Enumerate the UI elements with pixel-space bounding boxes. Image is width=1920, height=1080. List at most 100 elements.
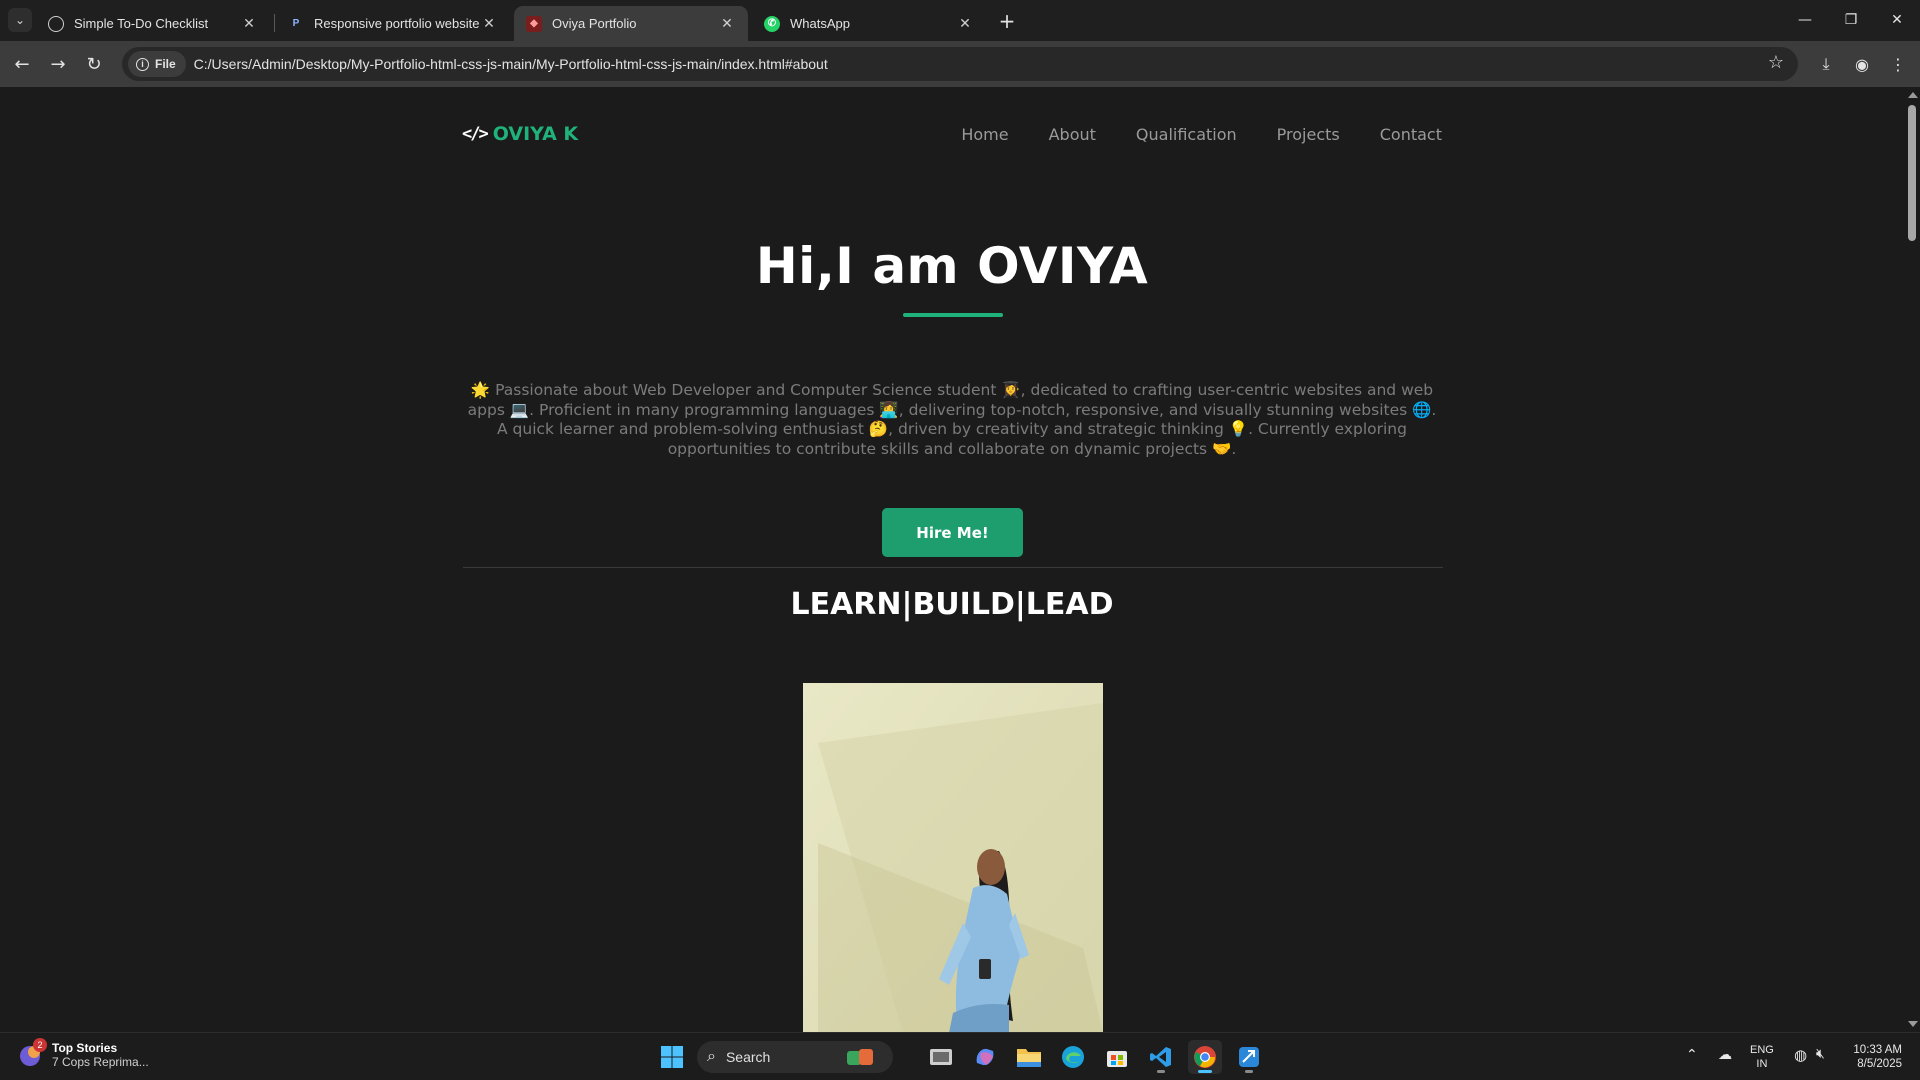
portfolio-favicon-icon: ◆ bbox=[526, 15, 542, 32]
profile-photo bbox=[803, 683, 1103, 1032]
close-icon[interactable]: ✕ bbox=[240, 15, 258, 33]
page-viewport: </> OVIYA K Home About Qualification Pro… bbox=[0, 87, 1904, 1032]
region-code: IN bbox=[1756, 1058, 1768, 1070]
tab-separator bbox=[274, 14, 275, 32]
scroll-down-arrow-icon[interactable] bbox=[1908, 1021, 1918, 1027]
remote-desktop-button[interactable] bbox=[1232, 1040, 1266, 1074]
url-text[interactable]: C:/Users/Admin/Desktop/My-Portfolio-html… bbox=[194, 56, 828, 72]
windows-logo-icon bbox=[661, 1046, 683, 1068]
globe-icon bbox=[48, 15, 64, 32]
edge-icon bbox=[1062, 1046, 1084, 1068]
bookmark-star-icon[interactable]: ☆ bbox=[1768, 52, 1784, 73]
whatsapp-icon: ✆ bbox=[764, 15, 780, 32]
logo-text: OVIYA K bbox=[492, 123, 579, 145]
page-scrollbar[interactable] bbox=[1904, 87, 1920, 1032]
task-view-icon bbox=[930, 1049, 952, 1065]
start-button[interactable] bbox=[655, 1040, 689, 1074]
chip-label: File bbox=[155, 57, 176, 71]
new-tab-button[interactable]: + bbox=[994, 8, 1020, 34]
download-icon: ⤓ bbox=[1822, 54, 1830, 73]
store-button[interactable] bbox=[1100, 1040, 1134, 1074]
cloud-offline-icon[interactable]: ☁ bbox=[1718, 1047, 1732, 1063]
running-indicator bbox=[1245, 1070, 1253, 1073]
scroll-thumb[interactable] bbox=[1908, 105, 1916, 241]
tab-oviya-portfolio[interactable]: ◆ Oviya Portfolio ✕ bbox=[514, 6, 748, 41]
copilot-icon bbox=[976, 1048, 994, 1066]
tab-title: Responsive portfolio website - I bbox=[314, 16, 480, 31]
section-divider bbox=[463, 567, 1443, 568]
nav-qualification[interactable]: Qualification bbox=[1136, 125, 1237, 144]
search-placeholder: Search bbox=[725, 1049, 771, 1065]
close-icon[interactable]: ✕ bbox=[956, 15, 974, 33]
downloads-button[interactable]: ⤓ bbox=[1812, 50, 1840, 78]
profile-photo-image bbox=[803, 683, 1103, 1032]
nav-home[interactable]: Home bbox=[961, 125, 1008, 144]
nav-projects[interactable]: Projects bbox=[1277, 125, 1340, 144]
minimize-button[interactable]: — bbox=[1782, 0, 1828, 40]
running-indicator bbox=[1157, 1070, 1165, 1073]
forward-button[interactable]: → bbox=[44, 50, 72, 78]
back-button[interactable]: ← bbox=[8, 50, 36, 78]
search-icon: ⌕ bbox=[707, 1048, 716, 1065]
close-icon[interactable]: ✕ bbox=[718, 15, 736, 33]
close-icon: ✕ bbox=[1891, 12, 1903, 28]
info-icon: i bbox=[136, 57, 149, 71]
news-widget-icon: 2 bbox=[18, 1038, 47, 1068]
chrome-button[interactable] bbox=[1188, 1040, 1222, 1074]
vscode-button[interactable] bbox=[1144, 1040, 1178, 1074]
browser-toolbar: ← → ↻ i File C:/Users/Admin/Desktop/My-P… bbox=[0, 41, 1920, 87]
tab-todo-checklist[interactable]: Simple To-Do Checklist ✕ bbox=[36, 6, 270, 41]
clock-time: 10:33 AM bbox=[1853, 1044, 1902, 1056]
store-icon bbox=[1107, 1051, 1127, 1067]
tab-title: WhatsApp bbox=[790, 16, 850, 31]
site-header: </> OVIYA K Home About Qualification Pro… bbox=[462, 117, 1442, 153]
language-code: ENG bbox=[1750, 1044, 1774, 1056]
language-indicator[interactable]: ENG IN bbox=[1750, 1043, 1774, 1071]
tab-search-button[interactable]: ⌄ bbox=[8, 8, 32, 32]
profile-button[interactable]: ◉ bbox=[1848, 50, 1876, 78]
hero-title: Hi,I am OVIYA bbox=[755, 237, 1149, 295]
vscode-icon bbox=[1150, 1047, 1171, 1067]
clock-date: 8/5/2025 bbox=[1857, 1058, 1902, 1070]
tab-whatsapp[interactable]: ✆ WhatsApp ✕ bbox=[752, 6, 986, 41]
p-site-icon: P bbox=[292, 18, 300, 29]
address-bar[interactable]: i File C:/Users/Admin/Desktop/My-Portfol… bbox=[122, 47, 1798, 81]
windows-taskbar: 2 Top Stories 7 Cops Reprima... ⌕ Search bbox=[0, 1032, 1920, 1080]
close-window-button[interactable]: ✕ bbox=[1874, 0, 1920, 40]
tab-responsive-portfolio[interactable]: P Responsive portfolio website - I ✕ bbox=[276, 6, 510, 41]
close-icon[interactable]: ✕ bbox=[480, 15, 498, 33]
tagline: LEARN|BUILD|LEAD bbox=[790, 587, 1114, 622]
task-view-button[interactable] bbox=[924, 1040, 958, 1074]
folder-icon bbox=[1017, 1049, 1041, 1067]
nav-about[interactable]: About bbox=[1049, 125, 1096, 144]
site-info-chip[interactable]: i File bbox=[128, 51, 186, 77]
tab-title: Simple To-Do Checklist bbox=[74, 16, 209, 31]
remote-app-icon bbox=[1239, 1047, 1259, 1067]
news-widget[interactable]: 2 Top Stories 7 Cops Reprima... bbox=[18, 1038, 149, 1069]
chevron-up-icon[interactable]: ⌃ bbox=[1686, 1047, 1698, 1063]
tab-title: Oviya Portfolio bbox=[552, 16, 637, 31]
code-icon: </> bbox=[462, 124, 489, 144]
scroll-up-arrow-icon[interactable] bbox=[1908, 92, 1918, 98]
news-subtitle: 7 Cops Reprima... bbox=[52, 1055, 149, 1069]
arrow-left-icon: ← bbox=[14, 53, 30, 75]
network-icon[interactable]: ◍ bbox=[1794, 1046, 1807, 1064]
hire-me-button[interactable]: Hire Me! bbox=[882, 508, 1023, 557]
volume-muted-icon[interactable]: 🔇︎ bbox=[1816, 1046, 1825, 1062]
chrome-icon bbox=[1194, 1046, 1216, 1068]
reload-button[interactable]: ↻ bbox=[80, 50, 108, 78]
restore-button[interactable]: ❐ bbox=[1828, 0, 1874, 40]
edge-button[interactable] bbox=[1056, 1040, 1090, 1074]
taskbar-search[interactable]: ⌕ Search bbox=[697, 1041, 893, 1073]
menu-button[interactable]: ⋮ bbox=[1884, 50, 1912, 78]
hero-description: 🌟 Passionate about Web Developer and Com… bbox=[467, 381, 1437, 458]
system-clock[interactable]: 10:33 AM 8/5/2025 bbox=[1842, 1043, 1902, 1071]
nav-contact[interactable]: Contact bbox=[1380, 125, 1442, 144]
profile-icon: ◉ bbox=[1855, 54, 1869, 74]
file-explorer-button[interactable] bbox=[1012, 1040, 1046, 1074]
title-underline bbox=[903, 313, 1003, 317]
site-logo[interactable]: </> OVIYA K bbox=[462, 123, 578, 145]
restore-icon: ❐ bbox=[1844, 12, 1858, 28]
news-badge: 2 bbox=[33, 1038, 47, 1052]
copilot-button[interactable] bbox=[968, 1040, 1002, 1074]
